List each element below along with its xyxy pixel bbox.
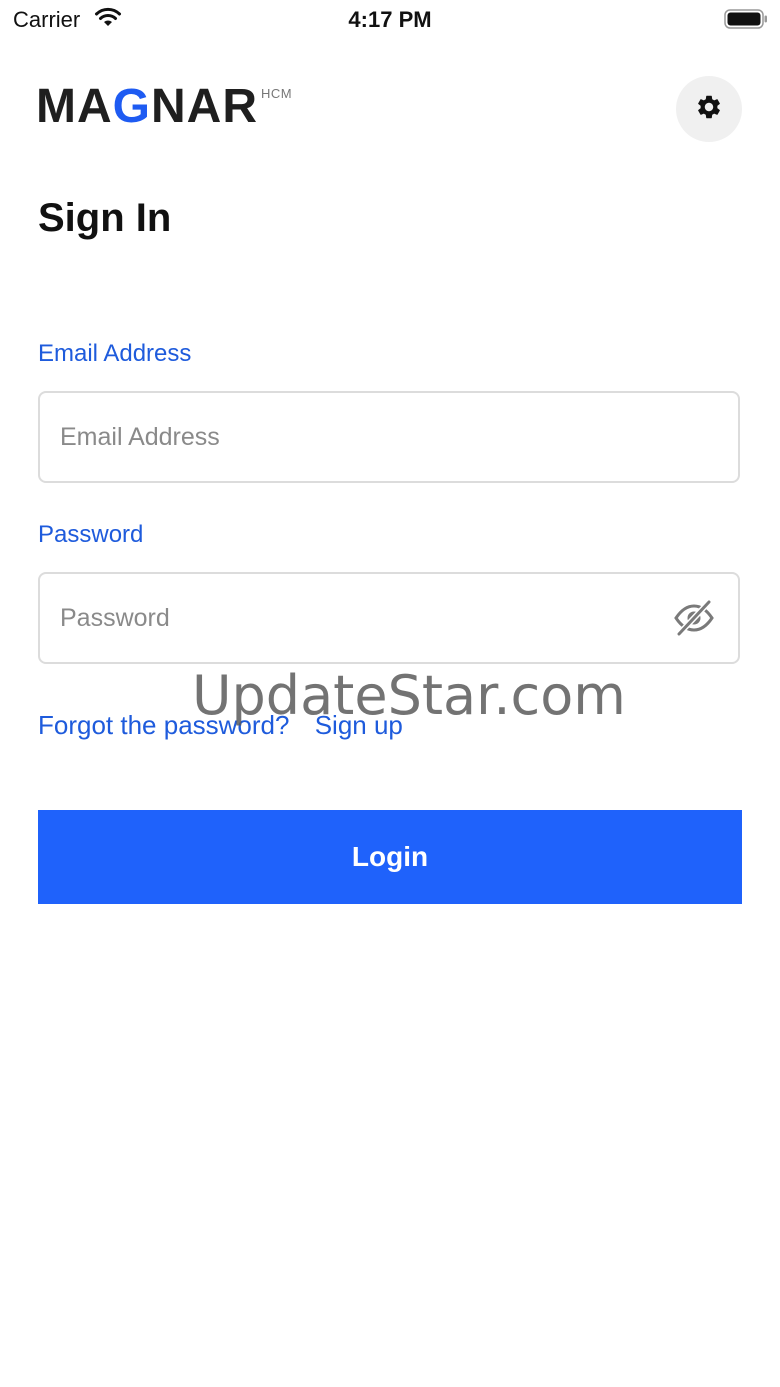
settings-button[interactable] [676,76,742,142]
logo-superscript: HCM [261,86,293,101]
password-label: Password [38,521,144,548]
email-input[interactable] [60,393,660,481]
status-time: 4:17 PM [348,7,432,32]
battery-icon [724,9,768,29]
logo-wordmark: MAGNAR [36,80,258,133]
status-bar: Carrier 4:17 PM [0,0,780,40]
auth-links: Forgot the password? Sign up [38,710,403,741]
password-field-box[interactable] [38,572,740,664]
forgot-password-link[interactable]: Forgot the password? [38,710,289,740]
login-button[interactable]: Login [38,810,742,904]
eye-slash-icon [673,598,715,643]
page-title: Sign In [38,196,172,240]
magnar-logo: MAGNAR HCM [36,78,292,138]
password-visibility-toggle[interactable] [672,598,716,643]
email-label: Email Address [38,340,192,367]
email-field-box[interactable] [38,391,740,483]
gear-icon [695,93,723,126]
password-input[interactable] [60,574,660,662]
sign-up-link[interactable]: Sign up [315,710,403,740]
